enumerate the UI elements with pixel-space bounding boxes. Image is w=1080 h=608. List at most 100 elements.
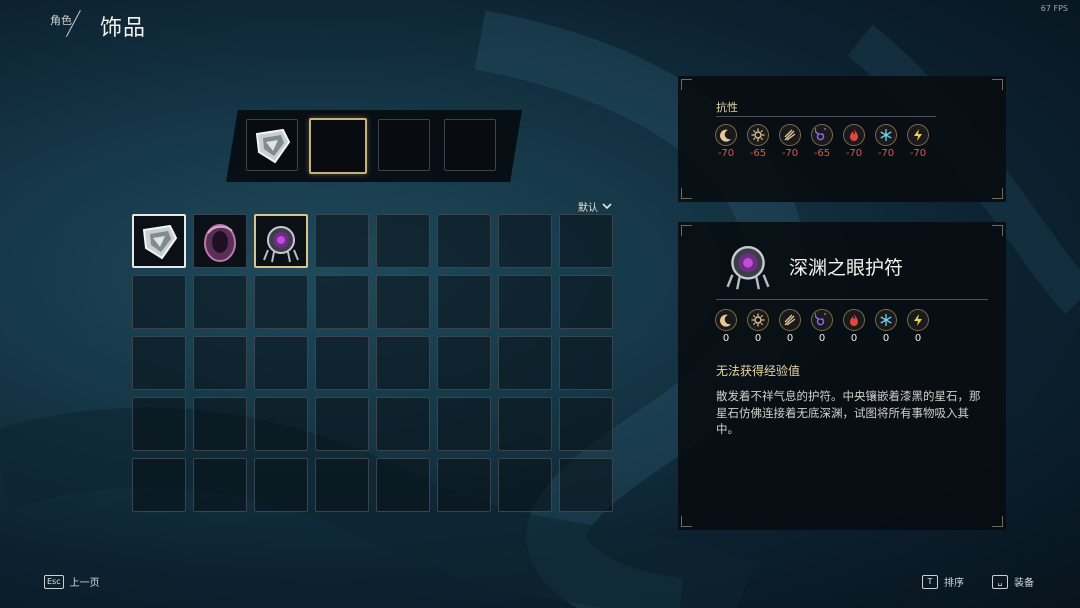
inventory-cell[interactable] [132, 214, 186, 268]
inventory-cell[interactable] [193, 458, 247, 512]
inventory-grid [132, 214, 613, 512]
inventory-cell[interactable] [376, 397, 430, 451]
panel-corner [681, 516, 692, 527]
t-key-icon: T [922, 574, 938, 589]
inventory-cell[interactable] [498, 397, 552, 451]
equip-button[interactable]: ␣ 装备 [992, 574, 1034, 589]
inventory-cell[interactable] [376, 458, 430, 512]
item-resistance-fire: 0 [843, 309, 865, 344]
item-resistance-vortex: 0 [811, 309, 833, 344]
sort-label: 默认 [578, 203, 598, 214]
inventory-cell[interactable] [193, 214, 247, 268]
sort-button[interactable]: T 排序 [922, 574, 964, 589]
inventory-cell[interactable] [254, 336, 308, 390]
panel-corner [992, 188, 1003, 199]
inventory-cell[interactable] [498, 275, 552, 329]
inventory-cell[interactable] [559, 214, 613, 268]
panel-corner [992, 79, 1003, 90]
item-resistance-lightning: 0 [907, 309, 929, 344]
panel-corner [992, 516, 1003, 527]
inventory-cell[interactable] [254, 275, 308, 329]
inventory-cell[interactable] [376, 275, 430, 329]
inventory-cell[interactable] [559, 336, 613, 390]
inventory-cell[interactable] [559, 275, 613, 329]
back-label: 上一页 [69, 578, 100, 589]
panel-corner [681, 188, 692, 199]
item-resistance-crescent: 0 [715, 309, 737, 344]
inventory-cell[interactable] [498, 214, 552, 268]
inventory-cell[interactable] [132, 336, 186, 390]
inventory-cell[interactable] [559, 458, 613, 512]
abyss-eye-amulet-icon [263, 226, 299, 263]
sun-icon [747, 309, 769, 331]
item-resistance-value: 0 [850, 333, 858, 344]
shield-amulet-icon [142, 224, 178, 260]
chevron-down-icon [602, 203, 612, 210]
item-resistance-sun: 0 [747, 309, 769, 344]
inventory-cell[interactable] [254, 458, 308, 512]
inventory-cell[interactable] [437, 275, 491, 329]
item-resistance-claw: 0 [779, 309, 801, 344]
inventory-cell[interactable] [437, 214, 491, 268]
resistance-frost: -70 [875, 124, 897, 159]
space-key-icon: ␣ [992, 574, 1008, 589]
inventory-cell[interactable] [315, 336, 369, 390]
equip-slot-3[interactable] [378, 119, 430, 171]
panel-corner [681, 79, 692, 90]
inventory-cell[interactable] [437, 397, 491, 451]
inventory-cell[interactable] [437, 458, 491, 512]
resistance-crescent: -70 [715, 124, 737, 159]
item-resistance-value: 0 [882, 333, 890, 344]
frost-icon [875, 124, 897, 146]
inventory-cell[interactable] [315, 397, 369, 451]
panel-corner [681, 225, 692, 236]
equip-slot-1[interactable] [246, 119, 298, 171]
claw-icon [779, 309, 801, 331]
inventory-cell[interactable] [559, 397, 613, 451]
inventory-cell[interactable] [498, 458, 552, 512]
inventory-cell[interactable] [193, 397, 247, 451]
resistance-row: -70 -65 -70 -65 -70 -70 -70 [715, 124, 929, 159]
lightning-icon [907, 309, 929, 331]
inventory-cell[interactable] [254, 397, 308, 451]
resistance-value: -70 [845, 148, 863, 159]
inventory-cell[interactable] [376, 214, 430, 268]
inventory-cell[interactable] [132, 397, 186, 451]
resistance-title: 抗性 [716, 101, 738, 114]
lightning-icon [907, 124, 929, 146]
crescent-icon [715, 309, 737, 331]
item-description: 散发着不祥气息的护符。中央镶嵌着漆黑的星石，那星石仿佛连接着无底深渊，试图将所有… [716, 389, 981, 436]
inventory-cell[interactable] [498, 336, 552, 390]
inventory-cell[interactable] [315, 458, 369, 512]
abyss-eye-amulet-icon [726, 246, 770, 290]
sort-dropdown[interactable]: 默认 [578, 199, 612, 214]
inventory-cell[interactable] [376, 336, 430, 390]
inventory-cell[interactable] [315, 214, 369, 268]
item-resistance-row: 0 0 0 0 0 0 0 [715, 309, 929, 344]
resistance-value: -70 [781, 148, 799, 159]
back-button[interactable]: Esc 上一页 [44, 574, 100, 589]
equip-slot-4[interactable] [444, 119, 496, 171]
item-resistance-value: 0 [818, 333, 826, 344]
inventory-cell[interactable] [254, 214, 308, 268]
equip-slot-2[interactable] [309, 118, 367, 174]
fire-icon [843, 124, 865, 146]
frost-icon [875, 309, 897, 331]
resistance-value: -65 [749, 148, 767, 159]
inventory-cell[interactable] [193, 336, 247, 390]
inventory-cell[interactable] [132, 458, 186, 512]
sun-icon [747, 124, 769, 146]
resistance-sun: -65 [747, 124, 769, 159]
divider [716, 299, 988, 300]
inventory-cell[interactable] [315, 275, 369, 329]
inventory-cell[interactable] [437, 336, 491, 390]
inventory-cell[interactable] [193, 275, 247, 329]
item-name: 深渊之眼护符 [789, 257, 904, 279]
page-title: 饰品 [100, 16, 147, 41]
fire-icon [843, 309, 865, 331]
breadcrumb-character[interactable]: 角色 [50, 12, 72, 28]
inventory-cell[interactable] [132, 275, 186, 329]
resistance-value: -70 [909, 148, 927, 159]
resistance-claw: -70 [779, 124, 801, 159]
item-resistance-value: 0 [786, 333, 794, 344]
